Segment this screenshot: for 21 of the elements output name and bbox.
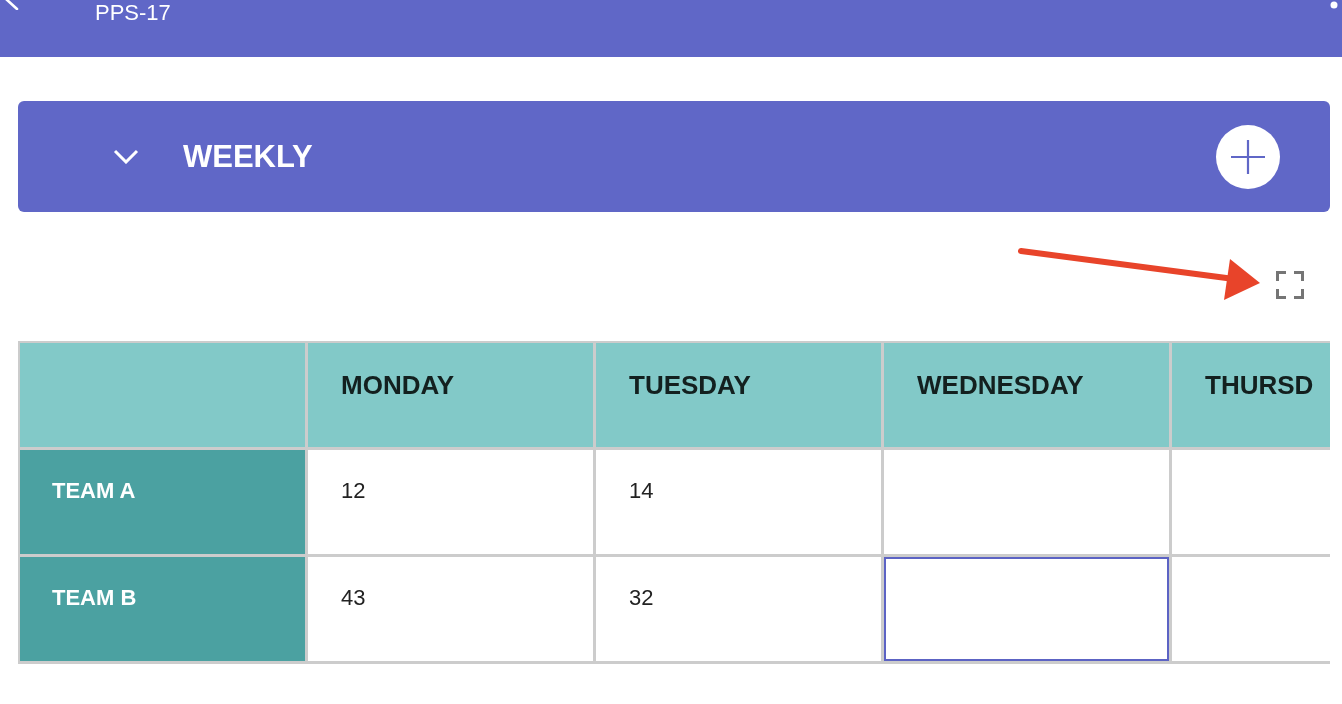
table-cell[interactable]: 32 (596, 557, 881, 661)
table-cell[interactable] (884, 450, 1169, 554)
plus-icon (1231, 139, 1265, 174)
app-title: PPS-17 (95, 0, 171, 26)
table-cell[interactable] (1172, 557, 1330, 661)
chevron-down-icon[interactable] (113, 149, 139, 164)
fullscreen-icon[interactable] (1276, 271, 1304, 299)
column-header: MONDAY (308, 343, 593, 447)
column-header: WEDNESDAY (884, 343, 1169, 447)
column-header: TUESDAY (596, 343, 881, 447)
table-cell[interactable]: 14 (596, 450, 881, 554)
row-header: TEAM B (20, 557, 305, 661)
section-title: WEEKLY (183, 138, 313, 175)
line-icon[interactable] (4, 0, 20, 10)
table-cell[interactable] (884, 557, 1169, 661)
table-cell[interactable] (1172, 450, 1330, 554)
table-cell[interactable]: 43 (308, 557, 593, 661)
dot-icon[interactable] (1330, 1, 1338, 9)
row-header: TEAM A (20, 450, 305, 554)
table-cell[interactable]: 12 (308, 450, 593, 554)
column-header: THURSD (1172, 343, 1330, 447)
